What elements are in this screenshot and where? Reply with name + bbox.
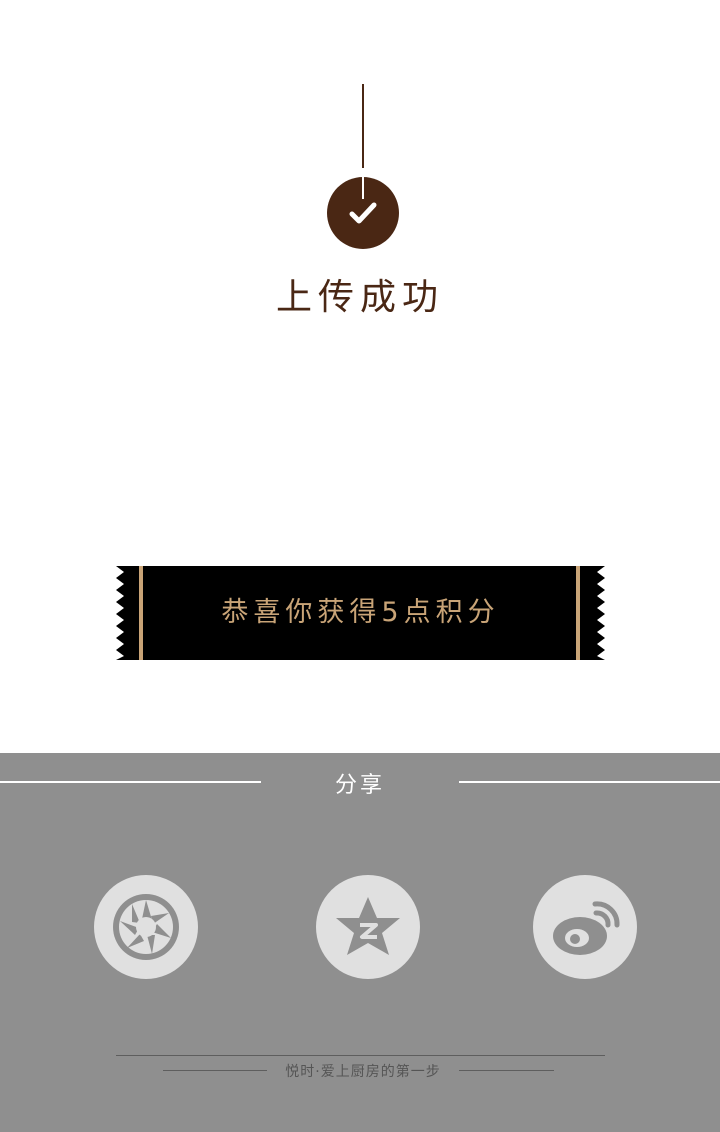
footer-line-left [163, 1070, 267, 1071]
footer-divider [116, 1055, 605, 1056]
share-moments-button[interactable] [94, 875, 198, 979]
reward-ribbon: 恭喜你获得5点积分 [116, 566, 605, 660]
share-qzone-button[interactable] [316, 875, 420, 979]
camera-aperture-icon [113, 894, 179, 960]
success-badge [327, 177, 399, 249]
badge-thread [362, 177, 364, 199]
share-divider-right [459, 781, 720, 783]
hanging-line [362, 84, 364, 168]
qzone-star-icon [336, 897, 400, 955]
reward-text: 恭喜你获得5点积分 [221, 597, 500, 628]
share-panel: 分享 悦时·爱上厨房的第一步 [0, 753, 720, 1132]
footer-line-right [459, 1070, 554, 1071]
share-weibo-button[interactable] [533, 875, 637, 979]
page-title: 上传成功 [275, 277, 444, 318]
footer-slogan: 悦时·爱上厨房的第一步 [285, 1064, 441, 1080]
weibo-icon [553, 901, 620, 955]
upload-success-page: 上传成功 恭喜你获得5点积分 分享 悦时·爱上厨房的第一步 [0, 0, 720, 1132]
check-icon [349, 202, 377, 224]
share-divider-left [0, 781, 261, 783]
share-title: 分享 [334, 773, 385, 798]
